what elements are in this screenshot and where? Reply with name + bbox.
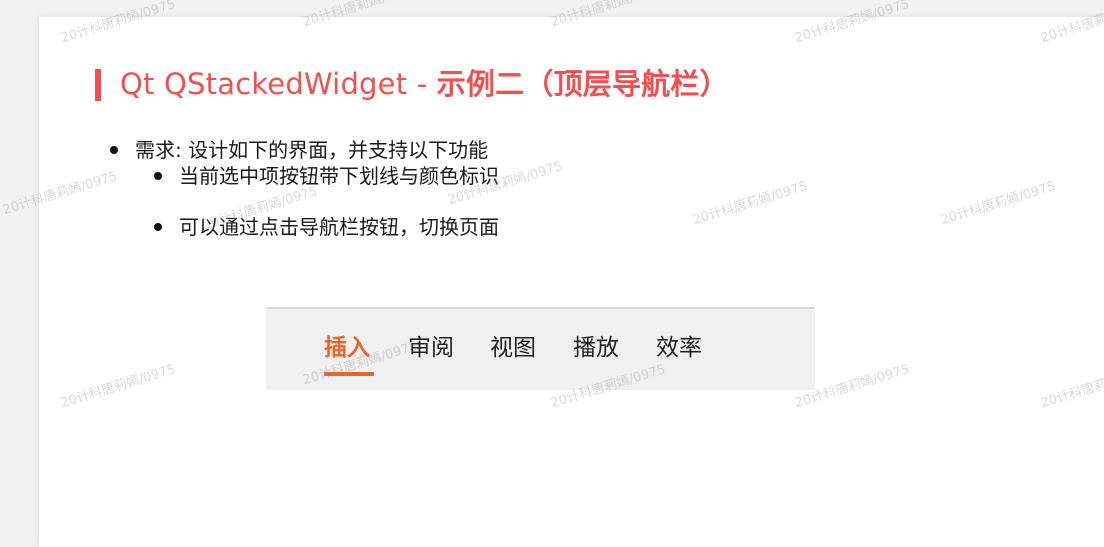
- bullet-text: 可以通过点击导航栏按钮，切换页面: [179, 215, 499, 239]
- bullet-dot-icon: [154, 172, 162, 180]
- nav-tab-review[interactable]: 审阅: [408, 333, 454, 363]
- title-highlight: 示例二（顶层导航栏）: [436, 67, 729, 101]
- bullet-text: 需求: 设计如下的界面，并支持以下功能: [135, 138, 489, 162]
- title-prefix: Qt QStackedWidget -: [120, 67, 437, 101]
- bullet-dot-icon: [154, 223, 162, 231]
- nav-tab-view[interactable]: 视图: [490, 333, 536, 363]
- nav-tab-efficiency[interactable]: 效率: [656, 333, 702, 363]
- nav-tab-insert[interactable]: 插入: [324, 333, 370, 363]
- top-nav-bar: 插入 审阅 视图 播放 效率: [266, 307, 815, 390]
- bullet-underline-feature: 当前选中项按钮带下划线与颜色标识: [154, 163, 499, 189]
- page-title: Qt QStackedWidget - 示例二（顶层导航栏）: [120, 66, 729, 102]
- bullet-dot-icon: [110, 146, 118, 154]
- screen: Qt QStackedWidget - 示例二（顶层导航栏） 需求: 设计如下的…: [0, 0, 1104, 547]
- title-accent-bar: [95, 69, 101, 101]
- nav-tab-play[interactable]: 播放: [573, 333, 619, 363]
- active-tab-underline: [324, 372, 374, 376]
- bullet-requirement: 需求: 设计如下的界面，并支持以下功能: [110, 137, 489, 163]
- bullet-text: 当前选中项按钮带下划线与颜色标识: [179, 164, 499, 188]
- bullet-switch-feature: 可以通过点击导航栏按钮，切换页面: [154, 214, 499, 240]
